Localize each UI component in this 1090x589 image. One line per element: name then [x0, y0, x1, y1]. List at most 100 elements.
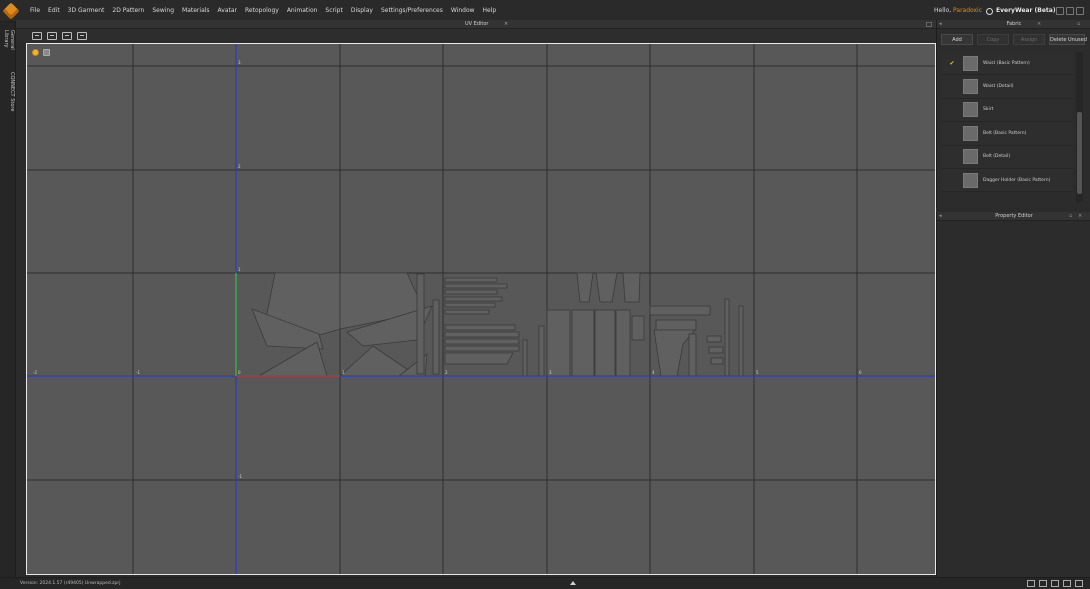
x-axis-label: 4 — [652, 370, 655, 375]
property-editor-undock-icon[interactable]: ▫ — [1069, 212, 1072, 221]
menu-edit[interactable]: Edit — [44, 0, 64, 22]
fabric-list-item[interactable]: Belt (Basic Pattern) — [941, 122, 1073, 146]
fabric-list-item[interactable]: ✔ Waist (Basic Pattern) — [941, 52, 1073, 76]
fabric-swatch — [963, 172, 978, 188]
layout-quad-icon[interactable] — [1063, 580, 1071, 587]
layout-icons — [1027, 580, 1083, 587]
menu-retopology[interactable]: Retopology — [241, 0, 283, 22]
menu-items: File Edit 3D Garment 2D Pattern Sewing M… — [26, 0, 500, 22]
fabric-list-item[interactable]: Belt (Detail) — [941, 145, 1073, 169]
gear-icon — [986, 7, 993, 15]
menu-window[interactable]: Window — [447, 0, 479, 22]
layout-single-icon[interactable] — [1027, 580, 1035, 587]
fabric-swatch — [963, 55, 978, 71]
fabric-name: Dagger Holder (Basic Pattern) — [983, 177, 1051, 183]
fabric-name: Belt (Detail) — [983, 154, 1011, 160]
fabric-panel-title-bar: ◂ Fabric × ▫ — [937, 20, 1090, 29]
menu-bar: File Edit 3D Garment 2D Pattern Sewing M… — [0, 0, 1090, 22]
tab-general[interactable]: General — [9, 30, 15, 50]
menu-animation[interactable]: Animation — [283, 0, 322, 22]
uv-viewport[interactable]: -2 -1 0 1 2 3 4 5 6 3 2 1 -1 — [26, 43, 936, 575]
uv-axis-labels: -2 -1 0 1 2 3 4 5 6 3 2 1 -1 — [33, 60, 862, 479]
menu-materials[interactable]: Materials — [178, 0, 214, 22]
y-axis-label: 3 — [238, 60, 241, 65]
x-axis-label: -1 — [136, 370, 140, 375]
layout-triple-icon[interactable] — [1051, 580, 1059, 587]
uv-pack-icon[interactable] — [62, 32, 72, 40]
user-greeting: Hello, Paradoxic — [934, 0, 982, 22]
fabric-swatch — [963, 102, 978, 118]
menu-sewing[interactable]: Sewing — [148, 0, 178, 22]
menu-2d-pattern[interactable]: 2D Pattern — [108, 0, 148, 22]
fabric-list-scrollbar[interactable] — [1076, 52, 1083, 202]
left-dock-strip: Library General CONNECT Store — [0, 22, 16, 577]
fabric-list-item[interactable]: Dagger Holder (Basic Pattern) — [941, 168, 1073, 193]
fabric-list: ✔ Waist (Basic Pattern) Waist (Detail) S… — [941, 52, 1073, 202]
viewport-icons — [32, 49, 50, 56]
menu-file[interactable]: File — [26, 0, 44, 22]
menu-3d-garment[interactable]: 3D Garment — [64, 0, 109, 22]
uv-transform-icon[interactable] — [47, 32, 57, 40]
layout-custom-icon[interactable] — [1075, 580, 1083, 587]
menu-avatar[interactable]: Avatar — [214, 0, 241, 22]
fabric-name: Skirt — [983, 107, 994, 113]
fabric-name: Waist (Detail) — [983, 84, 1014, 90]
add-fabric-button[interactable]: Add — [941, 34, 973, 45]
maximize-icon[interactable] — [1066, 7, 1074, 15]
uv-select-icon[interactable] — [32, 32, 42, 40]
uv-pattern-pieces — [251, 272, 744, 377]
fabric-list-item[interactable]: Waist (Detail) — [941, 75, 1073, 99]
x-axis-label: -2 — [33, 370, 37, 375]
app-window: File Edit 3D Garment 2D Pattern Sewing M… — [0, 0, 1090, 589]
window-controls — [1056, 7, 1084, 15]
x-axis-label: 6 — [859, 370, 862, 375]
menu-help[interactable]: Help — [479, 0, 501, 22]
fabric-name: Waist (Basic Pattern) — [983, 60, 1030, 66]
tab-connect-store[interactable]: CONNECT Store — [9, 72, 15, 111]
fabric-panel-close-icon[interactable]: × — [1037, 20, 1041, 29]
close-icon[interactable] — [1076, 7, 1084, 15]
uv-editor-close-icon[interactable]: × — [504, 20, 508, 29]
uv-editor-title: UV Editor — [465, 21, 489, 27]
layout-split-icon[interactable] — [1039, 580, 1047, 587]
menu-display[interactable]: Display — [347, 0, 377, 22]
product-selector[interactable]: EveryWear (Beta) — [986, 0, 1056, 22]
property-editor-title: Property Editor — [995, 213, 1033, 219]
scrollbar-thumb[interactable] — [1077, 112, 1082, 194]
fabric-list-item[interactable]: Skirt — [941, 98, 1073, 123]
fabric-name: Belt (Basic Pattern) — [983, 130, 1027, 136]
menu-settings-preferences[interactable]: Settings/Preferences — [377, 0, 447, 22]
property-editor-close-icon[interactable]: × — [1078, 212, 1082, 221]
property-editor-panel: ◂ Property Editor ▫ × — [936, 212, 1090, 577]
y-axis-label: 2 — [238, 164, 241, 169]
minimize-icon[interactable] — [1056, 7, 1064, 15]
chevron-up-icon[interactable] — [570, 581, 576, 585]
fabric-panel-undock-icon[interactable]: ▫ — [1077, 20, 1080, 29]
app-logo-icon — [0, 0, 22, 22]
user-name-link[interactable]: Paradoxic — [953, 7, 982, 14]
x-axis-label: 2 — [445, 370, 448, 375]
assign-fabric-button[interactable]: Assign — [1013, 34, 1045, 45]
status-bar: Version: 2024.1.57 (r49405) Unwrapped.zp… — [0, 577, 1090, 589]
sun-icon[interactable] — [32, 49, 39, 56]
x-axis-label: 5 — [756, 370, 759, 375]
camera-icon[interactable] — [43, 49, 50, 56]
y-axis-label: -1 — [238, 474, 242, 479]
fabric-panel-title: Fabric — [1006, 21, 1022, 27]
menu-script[interactable]: Script — [321, 0, 346, 22]
version-info: Version: 2024.1.57 (r49405) Unwrapped.zp… — [20, 581, 121, 586]
uv-arrange-icon[interactable] — [77, 32, 87, 40]
greeting-prefix: Hello, — [934, 7, 952, 14]
uv-axes — [27, 44, 935, 574]
uv-grid-canvas[interactable]: -2 -1 0 1 2 3 4 5 6 3 2 1 -1 — [27, 44, 936, 575]
uv-editor-undock-icon[interactable] — [926, 22, 932, 27]
delete-unused-button[interactable]: Delete Unused — [1049, 34, 1087, 45]
fabric-swatch — [963, 125, 978, 141]
fabric-swatch — [963, 79, 978, 95]
check-icon: ✔ — [949, 59, 955, 67]
uv-grid-lines — [27, 44, 935, 574]
uv-editor-title-bar: UV Editor × — [16, 20, 936, 29]
fabric-buttons: Add Copy Assign Delete Unused — [941, 34, 1090, 45]
copy-fabric-button[interactable]: Copy — [977, 34, 1009, 45]
uv-editor-toolbar — [16, 29, 936, 43]
